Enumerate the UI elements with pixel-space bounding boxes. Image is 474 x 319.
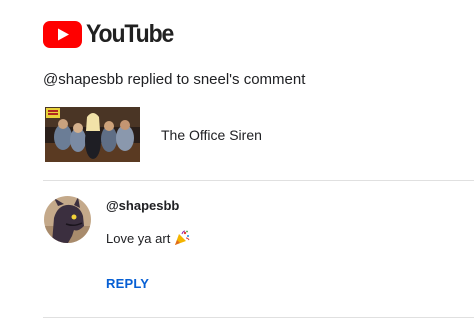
notification-headline: @shapesbb replied to sneel's comment	[43, 71, 306, 88]
youtube-logo[interactable]: YouTube	[43, 20, 181, 48]
reply-button[interactable]: REPLY	[106, 276, 149, 291]
party-popper-icon	[175, 230, 190, 245]
video-thumbnail[interactable]	[45, 107, 140, 162]
comment-body: Love ya art	[106, 230, 171, 246]
youtube-wordmark: YouTube	[86, 20, 174, 48]
youtube-play-icon	[43, 20, 82, 48]
divider	[43, 317, 474, 318]
divider	[43, 180, 474, 181]
avatar[interactable]	[44, 196, 91, 243]
video-item[interactable]: The Office Siren	[45, 107, 262, 162]
comment-text: Love ya art	[106, 230, 190, 246]
video-title[interactable]: The Office Siren	[161, 127, 262, 143]
comment-author[interactable]: @shapesbb	[106, 198, 179, 213]
